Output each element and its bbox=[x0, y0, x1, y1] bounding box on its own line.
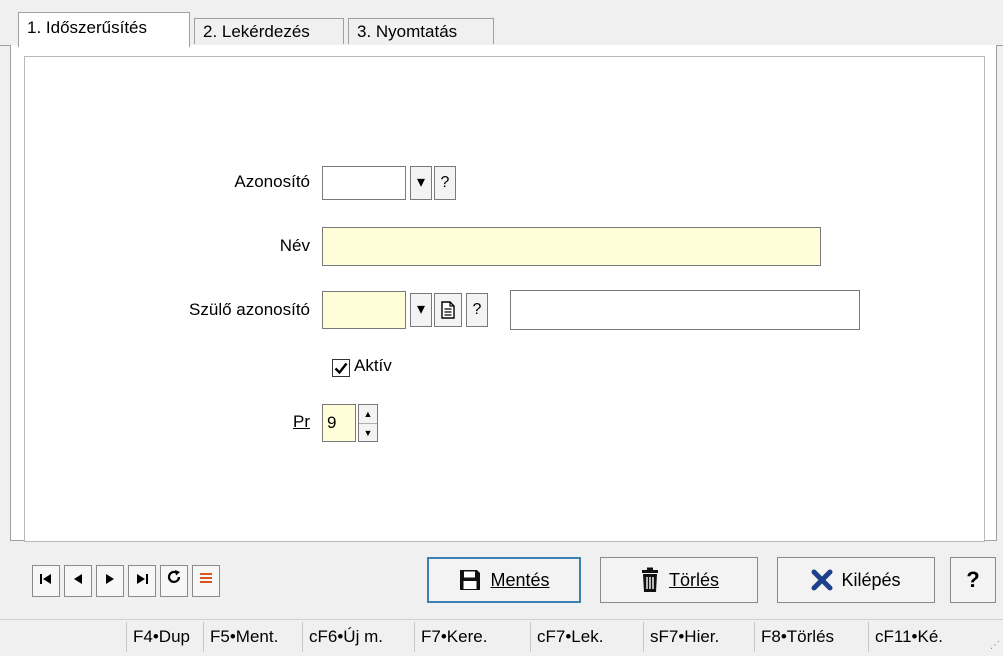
refresh-button[interactable] bbox=[160, 565, 188, 597]
tab-strip: 1. Időszerűsítés 2. Lekérdezés 3. Nyomta… bbox=[0, 0, 1003, 47]
fkey-more[interactable]: cF11•Ké. bbox=[868, 622, 943, 652]
list-button[interactable] bbox=[192, 565, 220, 597]
fkey-query[interactable]: cF7•Lek. bbox=[530, 622, 603, 652]
szulo-dropdown-button[interactable]: ▾ bbox=[410, 293, 432, 327]
last-record-icon bbox=[137, 574, 148, 584]
resize-grip-icon[interactable]: ⋰ bbox=[990, 640, 1000, 651]
azonosito-label: Azonosító bbox=[234, 172, 310, 191]
save-button-label: Mentés bbox=[490, 569, 550, 590]
next-record-icon bbox=[106, 574, 114, 584]
document-icon bbox=[441, 301, 455, 319]
tab-lekerdezes[interactable]: 2. Lekérdezés bbox=[194, 18, 344, 44]
szulo-document-button[interactable] bbox=[434, 293, 462, 327]
pr-input[interactable] bbox=[322, 404, 356, 442]
save-button[interactable]: Mentés bbox=[427, 557, 581, 603]
checkmark-icon bbox=[334, 362, 348, 375]
fkey-delete[interactable]: F8•Törlés bbox=[754, 622, 834, 652]
chevron-down-icon: ▾ bbox=[416, 174, 426, 191]
last-record-button[interactable] bbox=[128, 565, 156, 597]
azonosito-help-button[interactable]: ? bbox=[434, 166, 456, 200]
chevron-down-icon: ▾ bbox=[416, 301, 426, 318]
help-button[interactable]: ? bbox=[950, 557, 996, 603]
stepper-up-icon[interactable]: ▲ bbox=[359, 405, 377, 424]
next-record-button[interactable] bbox=[96, 565, 124, 597]
azonosito-input[interactable] bbox=[322, 166, 406, 200]
tab-label: 1. Időszerűsítés bbox=[27, 18, 148, 37]
pr-label: Pr bbox=[280, 412, 310, 432]
szulo-name-field[interactable] bbox=[510, 290, 860, 330]
tab-idoszerusites[interactable]: 1. Időszerűsítés bbox=[18, 12, 190, 47]
delete-button-label: Törlés bbox=[668, 569, 719, 590]
pr-stepper[interactable]: ▲ ▼ bbox=[358, 404, 378, 442]
question-icon: ? bbox=[966, 567, 980, 592]
nev-label: Név bbox=[279, 236, 310, 255]
first-record-button[interactable] bbox=[32, 565, 60, 597]
first-record-icon bbox=[40, 574, 51, 584]
question-icon: ? bbox=[472, 301, 482, 318]
floppy-disk-icon bbox=[460, 570, 481, 590]
refresh-icon bbox=[167, 570, 181, 583]
previous-record-icon bbox=[74, 574, 82, 584]
pr-label-text: Pr bbox=[293, 412, 310, 431]
azonosito-dropdown-button[interactable]: ▾ bbox=[410, 166, 432, 200]
fkey-save[interactable]: F5•Ment. bbox=[203, 622, 278, 652]
szulo-azonosito-label: Szülő azonosító bbox=[189, 300, 310, 319]
fkey-dup[interactable]: F4•Dup bbox=[126, 622, 190, 652]
x-mark-icon bbox=[811, 569, 833, 591]
trash-icon bbox=[641, 567, 658, 592]
exit-button[interactable]: Kilépés bbox=[777, 557, 935, 603]
aktiv-label: Aktív bbox=[354, 356, 392, 375]
fkey-new[interactable]: cF6•Új m. bbox=[302, 622, 383, 652]
tab-label: 3. Nyomtatás bbox=[357, 22, 458, 41]
previous-record-button[interactable] bbox=[64, 565, 92, 597]
stepper-down-icon[interactable]: ▼ bbox=[359, 424, 377, 442]
list-icon bbox=[200, 573, 212, 583]
delete-button[interactable]: Törlés bbox=[600, 557, 758, 603]
szulo-help-button[interactable]: ? bbox=[466, 293, 488, 327]
question-icon: ? bbox=[440, 174, 450, 191]
nev-input[interactable] bbox=[322, 227, 821, 266]
fkey-hierarchy[interactable]: sF7•Hier. bbox=[643, 622, 719, 652]
aktiv-checkbox[interactable] bbox=[332, 359, 350, 377]
szulo-azonosito-input[interactable] bbox=[322, 291, 406, 329]
tab-nyomtatas[interactable]: 3. Nyomtatás bbox=[348, 18, 494, 44]
fkey-search[interactable]: F7•Kere. bbox=[414, 622, 487, 652]
exit-button-label: Kilépés bbox=[841, 569, 901, 590]
tab-label: 2. Lekérdezés bbox=[203, 22, 310, 41]
